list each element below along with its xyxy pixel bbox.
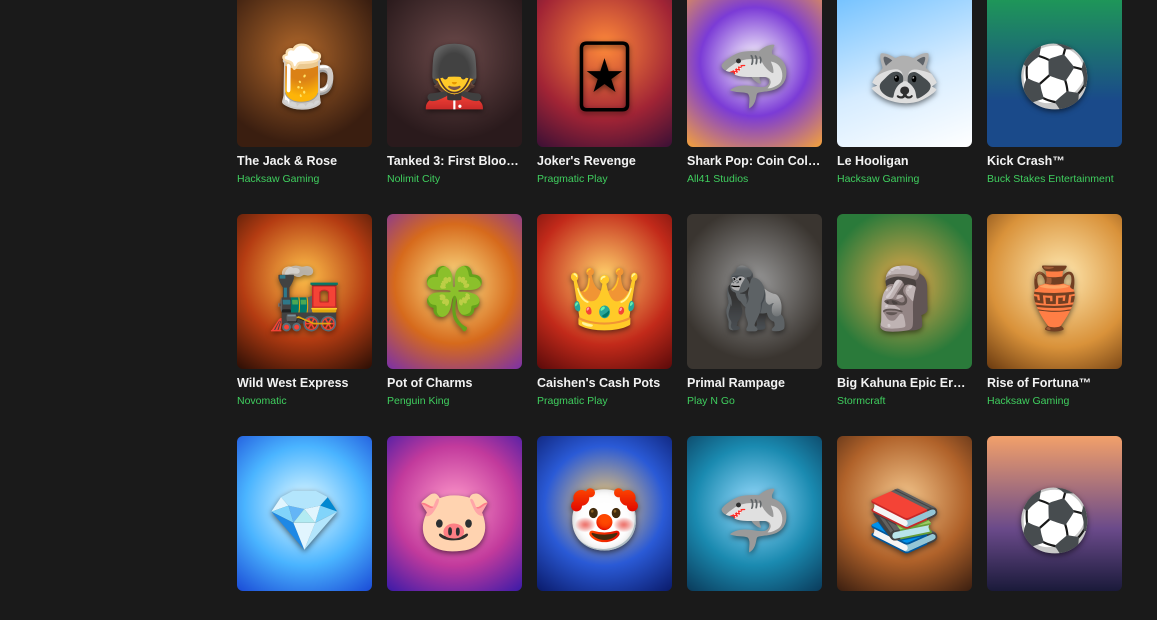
books-icon: 📚	[867, 486, 942, 557]
game-thumbnail[interactable]: 💂	[387, 0, 522, 147]
game-title[interactable]: Joker's Revenge	[537, 154, 672, 168]
game-grid: 🍺 The Jack & Rose Hacksaw Gaming 💂 Tanke…	[237, 0, 1127, 620]
game-thumbnail[interactable]: 🦈	[687, 0, 822, 147]
game-title[interactable]: Primal Rampage	[687, 376, 822, 390]
joker-icon: 🃏	[573, 42, 636, 113]
game-provider[interactable]: Novomatic	[237, 395, 372, 407]
game-thumbnail[interactable]: 🦍	[687, 214, 822, 369]
game-thumbnail[interactable]: ⚽	[987, 436, 1122, 591]
game-provider[interactable]: All41 Studios	[687, 173, 822, 185]
soccer-ball-icon: ⚽	[1017, 486, 1092, 557]
game-title[interactable]: The Jack & Rose	[237, 154, 372, 168]
game-thumbnail[interactable]: 🃏	[537, 0, 672, 147]
game-thumbnail[interactable]: 🦈	[687, 436, 822, 591]
game-card[interactable]: 🦝 Le Hooligan Hacksaw Gaming	[837, 0, 972, 185]
game-provider[interactable]: Pragmatic Play	[537, 173, 672, 185]
game-card[interactable]: 🏺 Rise of Fortuna™ Hacksaw Gaming	[987, 214, 1122, 407]
game-thumbnail[interactable]: 📚	[837, 436, 972, 591]
game-thumbnail[interactable]: 🦝	[837, 0, 972, 147]
game-title[interactable]: Kick Crash™	[987, 154, 1122, 168]
game-title[interactable]: Pot of Charms	[387, 376, 522, 390]
game-provider[interactable]: Nolimit City	[387, 173, 522, 185]
game-row: 🍺 The Jack & Rose Hacksaw Gaming 💂 Tanke…	[237, 0, 1127, 185]
diamond-icon: 💎	[267, 486, 342, 557]
clover-icon: 🍀	[417, 264, 492, 335]
game-title[interactable]: Rise of Fortuna™	[987, 376, 1122, 390]
soccer-ball-icon: ⚽	[1017, 42, 1092, 113]
shark-icon: 🦈	[717, 42, 792, 113]
game-title[interactable]: Caishen's Cash Pots	[537, 376, 672, 390]
game-thumbnail[interactable]: 🏺	[987, 214, 1122, 369]
game-provider[interactable]: Hacksaw Gaming	[237, 173, 372, 185]
gorilla-icon: 🦍	[717, 264, 792, 335]
game-title[interactable]: Big Kahuna Epic Erup...	[837, 376, 972, 390]
game-card[interactable]: ⚽	[987, 436, 1122, 591]
game-card[interactable]: 🗿 Big Kahuna Epic Erup... Stormcraft	[837, 214, 972, 407]
game-title[interactable]: Le Hooligan	[837, 154, 972, 168]
game-card[interactable]: 🍀 Pot of Charms Penguin King	[387, 214, 522, 407]
left-empty-panel	[0, 0, 220, 507]
game-card[interactable]: 💂 Tanked 3: First Blood 2 Nolimit City	[387, 0, 522, 185]
game-provider[interactable]: Buck Stakes Entertainment	[987, 173, 1122, 185]
amphora-icon: 🏺	[1017, 264, 1092, 335]
game-card[interactable]: 💎	[237, 436, 372, 591]
game-card[interactable]: 🤡	[537, 436, 672, 591]
game-card[interactable]: ⚽ Kick Crash™ Buck Stakes Entertainment	[987, 0, 1122, 185]
crown-icon: 👑	[567, 264, 642, 335]
game-thumbnail[interactable]: 🐷	[387, 436, 522, 591]
game-provider[interactable]: Hacksaw Gaming	[837, 173, 972, 185]
game-provider[interactable]: Penguin King	[387, 395, 522, 407]
shark-icon: 🦈	[717, 486, 792, 557]
soldier-icon: 💂	[417, 42, 492, 113]
game-thumbnail[interactable]: 🍺	[237, 0, 372, 147]
game-provider[interactable]: Hacksaw Gaming	[987, 395, 1122, 407]
game-thumbnail[interactable]: 💎	[237, 436, 372, 591]
game-title[interactable]: Tanked 3: First Blood 2	[387, 154, 522, 168]
raccoon-icon: 🦝	[867, 42, 942, 113]
game-card[interactable]: 📚	[837, 436, 972, 591]
game-thumbnail[interactable]: 🤡	[537, 436, 672, 591]
game-thumbnail[interactable]: ⚽	[987, 0, 1122, 147]
game-row: 💎 🐷 🤡 🦈 📚 ⚽	[237, 436, 1127, 591]
pig-icon: 🐷	[417, 486, 492, 557]
game-row: 🚂 Wild West Express Novomatic 🍀 Pot of C…	[237, 214, 1127, 407]
game-thumbnail[interactable]: 🚂	[237, 214, 372, 369]
game-card[interactable]: 🍺 The Jack & Rose Hacksaw Gaming	[237, 0, 372, 185]
game-provider[interactable]: Play N Go	[687, 395, 822, 407]
jester-icon: 🤡	[567, 486, 642, 557]
game-thumbnail[interactable]: 🍀	[387, 214, 522, 369]
game-thumbnail[interactable]: 👑	[537, 214, 672, 369]
game-title[interactable]: Shark Pop: Coin Colle...	[687, 154, 822, 168]
tiki-mask-icon: 🗿	[867, 264, 942, 335]
game-provider[interactable]: Pragmatic Play	[537, 395, 672, 407]
game-card[interactable]: 🃏 Joker's Revenge Pragmatic Play	[537, 0, 672, 185]
game-card[interactable]: 🐷	[387, 436, 522, 591]
game-provider[interactable]: Stormcraft	[837, 395, 972, 407]
beer-mug-icon: 🍺	[267, 42, 342, 113]
game-title[interactable]: Wild West Express	[237, 376, 372, 390]
game-card[interactable]: 🦈 Shark Pop: Coin Colle... All41 Studios	[687, 0, 822, 185]
game-card[interactable]: 🦈	[687, 436, 822, 591]
locomotive-icon: 🚂	[267, 264, 342, 335]
game-card[interactable]: 👑 Caishen's Cash Pots Pragmatic Play	[537, 214, 672, 407]
game-card[interactable]: 🦍 Primal Rampage Play N Go	[687, 214, 822, 407]
game-thumbnail[interactable]: 🗿	[837, 214, 972, 369]
game-card[interactable]: 🚂 Wild West Express Novomatic	[237, 214, 372, 407]
